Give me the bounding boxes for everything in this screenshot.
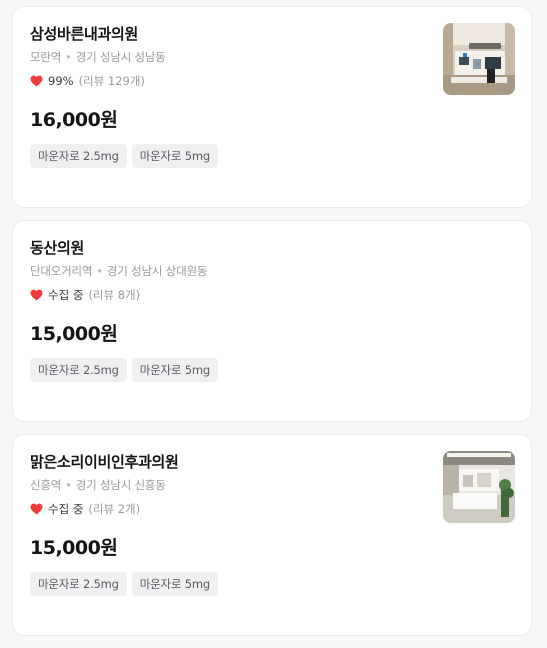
review-count: (리뷰 129개) [78,74,145,88]
tag: 마운자로 2.5mg [30,358,127,382]
clinic-photo[interactable] [443,451,515,523]
tag: 마운자로 2.5mg [30,144,127,168]
tag: 마운자로 2.5mg [30,572,127,596]
tag: 마운자로 5mg [131,572,218,596]
tag-list: 마운자로 2.5mg 마운자로 5mg [30,572,218,596]
clinic-card[interactable]: 맑은소리이비인후과의원 신흥역 • 경기 성남시 신흥동 수집 중 (리뷰 2개) … [12,434,532,636]
price: 15,000원 [30,323,118,345]
tag-list: 마운자로 2.5mg 마운자로 5mg [30,358,218,382]
heart-icon [30,75,43,87]
tag-list: 마운자로 2.5mg 마운자로 5mg [30,144,218,168]
clinic-location: 모란역 • 경기 성남시 성남동 [30,49,166,65]
price: 16,000원 [30,109,118,131]
rating-score: 수집 중 [48,502,84,516]
clinic-photo[interactable] [443,23,515,95]
station-name: 신흥역 [30,478,62,492]
separator-dot: • [65,50,72,64]
clinic-name[interactable]: 맑은소리이비인후과의원 [30,451,179,472]
clinic-name[interactable]: 동산의원 [30,237,84,258]
station-name: 단대오거리역 [30,264,93,278]
review-count: (리뷰 2개) [88,502,141,516]
separator-dot: • [65,478,72,492]
clinic-name[interactable]: 삼성바른내과의원 [30,23,138,44]
address-text: 경기 성남시 신흥동 [75,478,166,492]
clinic-card[interactable]: 삼성바른내과의원 모란역 • 경기 성남시 성남동 99% (리뷰 129개) 16… [12,6,532,208]
separator-dot: • [96,264,103,278]
heart-icon [30,289,43,301]
rating-row: 99% (리뷰 129개) [30,73,145,89]
tag: 마운자로 5mg [131,358,218,382]
clinic-photo-image [443,23,515,95]
clinic-list: 삼성바른내과의원 모란역 • 경기 성남시 성남동 99% (리뷰 129개) 16… [12,6,532,648]
rating-score: 수집 중 [48,288,84,302]
clinic-photo-image [443,451,515,523]
heart-icon [30,503,43,515]
station-name: 모란역 [30,50,62,64]
review-count: (리뷰 8개) [88,288,141,302]
clinic-location: 단대오거리역 • 경기 성남시 상대원동 [30,263,207,279]
rating-row: 수집 중 (리뷰 8개) [30,287,140,303]
clinic-location: 신흥역 • 경기 성남시 신흥동 [30,477,166,493]
rating-score: 99% [48,74,74,88]
tag: 마운자로 5mg [131,144,218,168]
address-text: 경기 성남시 상대원동 [106,264,208,278]
rating-row: 수집 중 (리뷰 2개) [30,501,140,517]
clinic-card[interactable]: 동산의원 단대오거리역 • 경기 성남시 상대원동 수집 중 (리뷰 8개) 15,… [12,220,532,422]
address-text: 경기 성남시 성남동 [75,50,166,64]
price: 15,000원 [30,537,118,559]
